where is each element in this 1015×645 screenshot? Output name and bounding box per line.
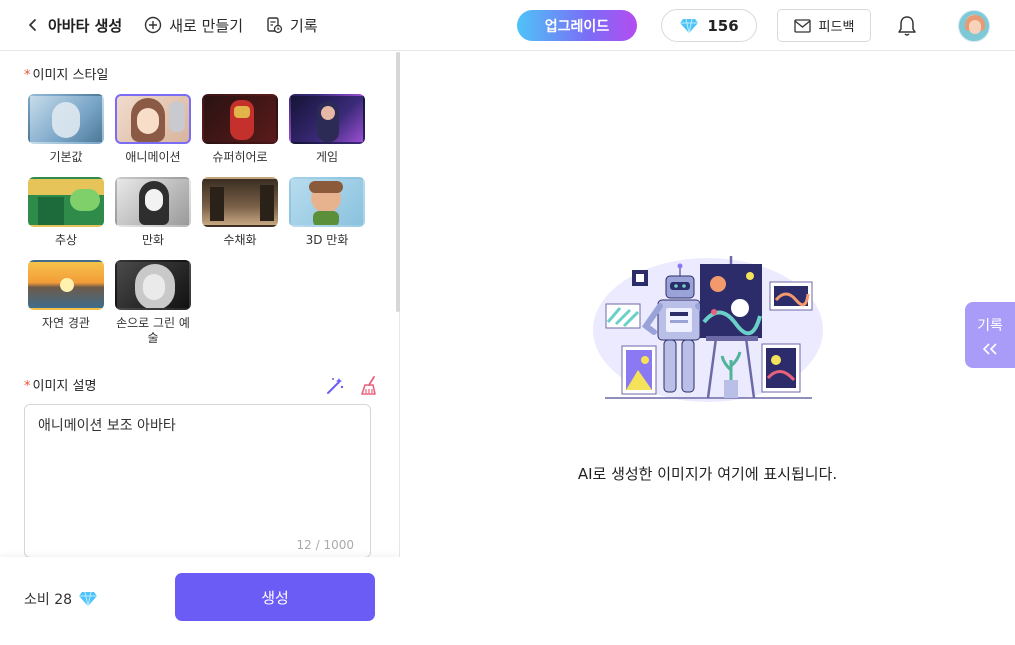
style-label: 3D 만화 <box>305 233 349 247</box>
credits-badge[interactable]: 156 <box>661 9 757 42</box>
robot-painter-illustration <box>593 256 823 402</box>
style-thumb <box>28 177 104 227</box>
history-label: 기록 <box>290 16 318 35</box>
chevron-left-icon <box>29 19 36 31</box>
history-icon <box>267 17 283 34</box>
credits-value: 156 <box>707 16 739 35</box>
style-option-game[interactable]: 게임 <box>287 94 367 165</box>
top-bar: 아바타 생성 새로 만들기 기록 업그레이드 156 피드백 <box>0 0 1015 51</box>
style-thumb <box>202 94 278 144</box>
plus-circle-icon <box>145 16 162 34</box>
upgrade-button[interactable]: 업그레이드 <box>517 10 637 41</box>
style-label: 만화 <box>141 233 165 247</box>
style-thumb <box>202 177 278 227</box>
description-section-label: * 이미지 설명 <box>24 375 96 394</box>
style-thumb <box>115 177 191 227</box>
style-option-superhero[interactable]: 슈퍼히어로 <box>200 94 280 165</box>
style-thumb <box>289 177 365 227</box>
style-thumb <box>28 94 104 144</box>
description-textarea[interactable]: 애니메이션 보조 아바타 12 / 1000 <box>24 404 371 558</box>
style-thumb <box>289 94 365 144</box>
bell-icon[interactable] <box>896 14 918 38</box>
style-label: 기본값 <box>49 150 83 164</box>
style-option-watercolor[interactable]: 수채화 <box>200 177 280 248</box>
style-label: 애니메이션 <box>125 150 181 164</box>
style-thumb <box>115 260 191 310</box>
generate-button[interactable]: 생성 <box>175 573 375 621</box>
top-bar-left: 아바타 생성 새로 만들기 기록 <box>0 15 318 36</box>
style-thumb <box>28 260 104 310</box>
user-avatar[interactable] <box>958 10 990 42</box>
cost-indicator: 소비 28 <box>24 589 98 609</box>
avatar-face <box>969 20 981 34</box>
feedback-label: 피드백 <box>818 20 855 35</box>
left-footer: 소비 28 생성 <box>0 557 400 645</box>
feedback-button[interactable]: 피드백 <box>777 9 871 42</box>
style-option-3d-cartoon[interactable]: 3D 만화 <box>287 177 367 248</box>
eraser-broom-icon[interactable] <box>358 375 380 397</box>
style-option-comic[interactable]: 만화 <box>113 177 193 248</box>
mail-icon <box>793 18 811 33</box>
cost-label: 소비 28 <box>24 592 73 608</box>
character-count: 12 / 1000 <box>296 538 354 552</box>
style-option-hand-drawn[interactable]: 손으로 그린 예술 <box>113 260 193 346</box>
style-label: 손으로 그린 예술 <box>116 316 190 345</box>
magic-wand-icon[interactable] <box>324 375 346 397</box>
new-create-label: 새로 만들기 <box>169 16 244 35</box>
description-section-title: 이미지 설명 <box>32 379 97 394</box>
description-tools <box>312 375 380 397</box>
style-label: 자연 경관 <box>42 316 90 330</box>
style-option-default[interactable]: 기본값 <box>26 94 106 165</box>
style-option-landscape[interactable]: 자연 경관 <box>26 260 106 331</box>
style-label: 추상 <box>54 233 78 247</box>
style-label: 게임 <box>315 150 339 164</box>
double-chevron-left-icon <box>982 343 997 355</box>
diamond-icon <box>680 18 699 33</box>
preview-placeholder-text: AI로 생성한 이미지가 여기에 표시됩니다. <box>577 465 838 483</box>
style-label: 슈퍼히어로 <box>212 150 268 164</box>
style-section-title: 이미지 스타일 <box>32 68 109 83</box>
style-option-anime[interactable]: 애니메이션 <box>113 94 193 165</box>
style-label: 수채화 <box>223 233 257 247</box>
history-button[interactable]: 기록 <box>265 15 318 36</box>
history-side-tab[interactable]: 기록 <box>965 302 1015 368</box>
diamond-icon <box>79 591 98 607</box>
style-thumb <box>115 94 191 144</box>
back-button[interactable]: 아바타 생성 <box>26 15 122 36</box>
style-section-label: * 이미지 스타일 <box>24 64 108 83</box>
history-side-tab-label: 기록 <box>977 318 1003 334</box>
required-mark: * <box>24 379 31 394</box>
preview-panel: AI로 생성한 이미지가 여기에 표시됩니다. <box>400 52 1015 645</box>
style-option-abstract[interactable]: 추상 <box>26 177 106 248</box>
description-value: 애니메이션 보조 아바타 <box>38 418 176 434</box>
new-create-button[interactable]: 새로 만들기 <box>144 15 243 36</box>
required-mark: * <box>24 68 31 83</box>
page-title: 아바타 생성 <box>48 16 123 35</box>
